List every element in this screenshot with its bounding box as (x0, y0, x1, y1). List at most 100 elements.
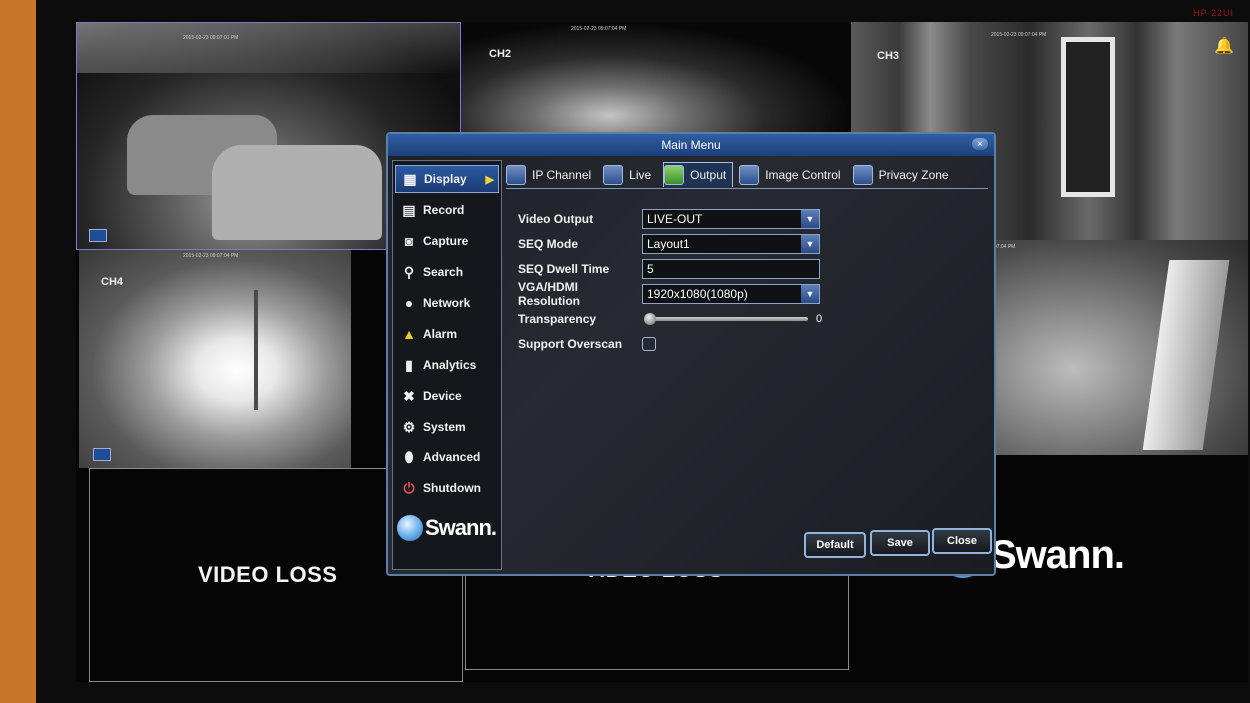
alarm-icon: ▲ (402, 326, 416, 342)
overscan-row: Support Overscan (518, 333, 838, 355)
sidebar-item-label: Record (423, 203, 465, 217)
close-icon[interactable]: ✕ (972, 138, 988, 150)
sidebar-item-label: Device (423, 389, 462, 403)
bell-icon[interactable]: 🔔 (1214, 36, 1234, 56)
camera-image-car (212, 145, 382, 240)
seq-mode-value: Layout1 (647, 237, 690, 251)
tab-ip-channel[interactable]: IP Channel (506, 162, 597, 187)
video-output-select[interactable]: LIVE-OUT ▼ (642, 209, 820, 229)
privacy-zone-icon (852, 164, 873, 185)
sidebar-item-label: Capture (423, 234, 469, 248)
resolution-value: 1920x1080(1080p) (647, 287, 748, 301)
save-button[interactable]: Save (870, 530, 930, 556)
resolution-label: VGA/HDMI Resolution (518, 280, 580, 308)
sidebar-item-shutdown[interactable]: ⏻ Shutdown (395, 474, 499, 502)
default-button[interactable]: Default (804, 532, 866, 558)
dialog-title: Main Menu (388, 134, 994, 156)
sidebar-item-label: Advanced (423, 450, 481, 464)
camera-image-post (1142, 260, 1230, 450)
camera-timestamp: 2015-02-23 09:07:04 PM (571, 26, 627, 32)
overscan-checkbox[interactable] (642, 337, 656, 351)
transparency-label: Transparency (518, 312, 597, 326)
camera-label: CH4 (101, 276, 124, 288)
seq-mode-select[interactable]: Layout1 ▼ (642, 234, 820, 254)
transparency-slider[interactable] (642, 309, 810, 329)
sidebar-item-search[interactable]: ⚲ Search (395, 258, 499, 286)
sidebar-item-network[interactable]: ● Network (395, 289, 499, 317)
sidebar-item-label: Alarm (423, 327, 458, 341)
resolution-select[interactable]: 1920x1080(1080p) ▼ (642, 284, 820, 304)
record-icon: ▤ (402, 201, 416, 218)
sidebar-item-label: Display (424, 172, 467, 186)
sidebar-item-device[interactable]: ✖ Device (395, 382, 499, 410)
tab-label: Live (629, 167, 652, 182)
sidebar-item-analytics[interactable]: ▮ Analytics (395, 351, 499, 379)
video-output-row: Video Output LIVE-OUT ▼ (518, 208, 838, 230)
sidebar-item-label: System (423, 420, 466, 434)
tab-image-control[interactable]: Image Control (739, 162, 846, 187)
analytics-icon: ▮ (405, 356, 413, 373)
video-output-value: LIVE-OUT (647, 212, 703, 226)
camera-timestamp: 2015-02-23 09:07:01 PM (183, 35, 239, 41)
sidebar-item-alarm[interactable]: ▲ Alarm (395, 320, 499, 348)
image-control-icon (739, 164, 760, 185)
camera-tile-ch4[interactable]: CH4 2015-02-23 09:07:04 PM (79, 250, 351, 468)
tab-label: Output (690, 168, 727, 182)
tab-bar: IP Channel Live Output Image Control Pri… (506, 162, 988, 189)
chevron-down-icon[interactable]: ▼ (801, 285, 819, 303)
tab-label: Image Control (765, 167, 841, 182)
camera-status-icon (89, 229, 107, 242)
video-output-label: Video Output (518, 212, 594, 226)
sidebar-item-system[interactable]: ⚙ System (395, 413, 499, 441)
tab-live[interactable]: Live (603, 162, 657, 187)
tab-privacy-zone[interactable]: Privacy Zone (852, 162, 955, 187)
camera-image-tree (254, 290, 258, 410)
camera-image (77, 23, 460, 73)
network-icon: ● (404, 295, 414, 311)
transparency-value: 0 (816, 313, 823, 325)
swann-globe-icon (397, 515, 423, 541)
sidebar-item-display[interactable]: ▦ Display ▶ (395, 165, 499, 193)
seq-dwell-row: SEQ Dwell Time 5 (518, 258, 838, 280)
swann-wordmark: Swann. (425, 515, 497, 540)
sidebar-item-record[interactable]: ▤ Record (395, 196, 499, 224)
sidebar-item-label: Search (423, 265, 464, 279)
sidebar-item-label: Analytics (423, 358, 477, 372)
tab-label: Privacy Zone (878, 167, 949, 182)
main-menu-dialog: Main Menu ✕ ▦ Display ▶ ▤ Record ◙ Captu… (386, 132, 996, 576)
camera-timestamp: 2015-02-23 09:07:04 PM (183, 253, 239, 259)
tab-output[interactable]: Output (663, 162, 734, 187)
power-icon: ⏻ (403, 479, 415, 496)
camera-icon: ◙ (404, 233, 414, 249)
resolution-row: VGA/HDMI Resolution 1920x1080(1080p) ▼ (518, 280, 838, 308)
video-loss-label: VIDEO LOSS (198, 562, 338, 587)
camera-timestamp: 2015-02-23 09:07:04 PM (991, 32, 1047, 38)
chevron-down-icon[interactable]: ▼ (801, 235, 819, 253)
advanced-icon: ⬮ (404, 448, 414, 465)
sidebar-item-capture[interactable]: ◙ Capture (395, 227, 499, 255)
monitor-model-badge: HP 22UI (1193, 8, 1234, 18)
seq-mode-row: SEQ Mode Layout1 ▼ (518, 233, 838, 255)
device-icon: ✖ (403, 387, 415, 404)
sidebar-item-advanced[interactable]: ⬮ Advanced (395, 443, 499, 471)
monitor-bezel: HP 22UI 2015-02-23 09:07:01 PM CH2 2015-… (36, 0, 1250, 703)
chevron-down-icon[interactable]: ▼ (801, 210, 819, 228)
slider-thumb[interactable] (644, 313, 656, 325)
dvr-screen: 2015-02-23 09:07:01 PM CH2 2015-02-23 09… (76, 22, 1248, 682)
camera-label: CH3 (877, 50, 900, 62)
slider-track[interactable] (644, 317, 808, 321)
camera-tile-ch2[interactable]: CH2 2015-02-23 09:07:04 PM (461, 22, 851, 132)
sidebar-item-label: Network (423, 296, 471, 310)
seq-dwell-input[interactable]: 5 (642, 259, 820, 279)
camera-image-door (1061, 37, 1115, 197)
tab-label: IP Channel (532, 167, 592, 182)
sidebar: ▦ Display ▶ ▤ Record ◙ Capture ⚲ Search (392, 160, 502, 570)
gear-icon: ⚙ (402, 418, 416, 435)
swann-logo: Swann. (397, 515, 497, 541)
ip-channel-icon (506, 164, 526, 185)
camera-tile-ch5[interactable]: 2015-02-23 09:07:04 PM (956, 240, 1248, 455)
swann-wordmark: Swann. (990, 532, 1125, 577)
camera-status-icon (93, 448, 111, 461)
close-button[interactable]: Close (932, 528, 992, 554)
display-icon: ▦ (403, 170, 417, 187)
